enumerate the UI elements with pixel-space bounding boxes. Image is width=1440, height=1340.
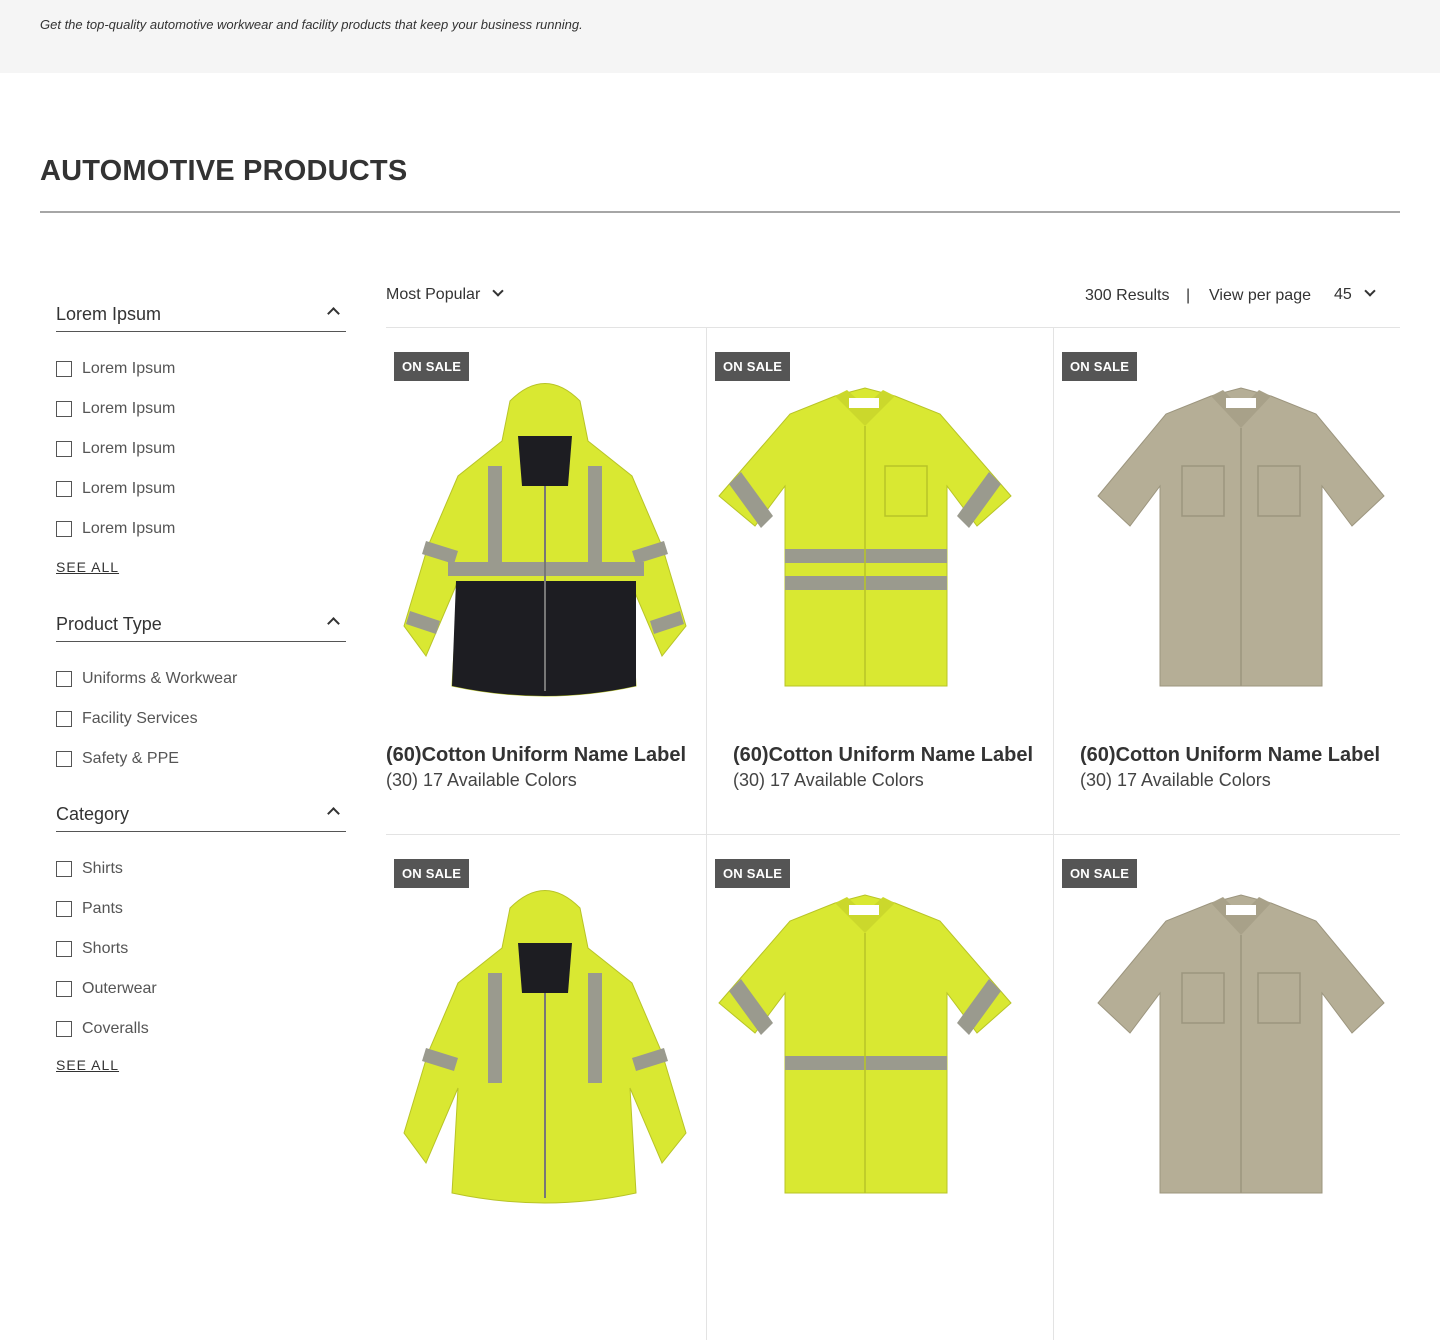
product-name[interactable]: (60)Cotton Uniform Name Label bbox=[386, 744, 686, 767]
facet-title: Category bbox=[56, 804, 130, 824]
product-grid: ON SALE (60)Cotton Uniform Name Label (3… bbox=[386, 328, 1400, 1340]
option-label: Uniforms & Workwear bbox=[82, 670, 238, 687]
product-colors: (30) 17 Available Colors bbox=[733, 770, 924, 790]
checkbox[interactable] bbox=[56, 861, 72, 877]
hi-vis-jacket-image[interactable] bbox=[400, 873, 690, 1213]
facet-header[interactable]: Lorem Ipsum bbox=[56, 301, 346, 332]
hi-vis-jacket-image[interactable] bbox=[400, 366, 690, 706]
checkbox[interactable] bbox=[56, 711, 72, 727]
checkbox[interactable] bbox=[56, 941, 72, 957]
option-label: Facility Services bbox=[82, 710, 198, 727]
product-card[interactable]: ON SALE bbox=[386, 834, 706, 1340]
checkbox[interactable] bbox=[56, 751, 72, 767]
facet-header[interactable]: Product Type bbox=[56, 611, 346, 642]
checkbox[interactable] bbox=[56, 1021, 72, 1037]
checkbox[interactable] bbox=[56, 441, 72, 457]
view-per-page-value: 45 bbox=[1334, 286, 1352, 303]
product-card[interactable]: ON SALE bbox=[706, 834, 1053, 1340]
page-title: AUTOMOTIVE PRODUCTS bbox=[40, 155, 408, 187]
checkbox[interactable] bbox=[56, 981, 72, 997]
product-card[interactable]: ON SALE (60)Cotton Uniform Name Label (3… bbox=[706, 328, 1053, 834]
product-card[interactable]: ON SALE (60)Cotton Uniform Name Label (3… bbox=[386, 328, 706, 834]
product-colors: (30) 17 Available Colors bbox=[1080, 770, 1271, 790]
checkbox[interactable] bbox=[56, 521, 72, 537]
facet-header[interactable]: Category bbox=[56, 801, 346, 832]
option-label: Lorem Ipsum bbox=[82, 360, 176, 377]
option-label: Pants bbox=[82, 900, 123, 917]
option-label: Outerwear bbox=[82, 980, 157, 997]
view-per-page-label: View per page bbox=[1209, 287, 1311, 304]
chevron-down-icon bbox=[492, 285, 504, 297]
results-count: 300 Results bbox=[1085, 287, 1170, 304]
chevron-up-icon bbox=[327, 807, 340, 820]
checkbox[interactable] bbox=[56, 901, 72, 917]
khaki-shirt-image[interactable] bbox=[1096, 873, 1386, 1203]
title-divider bbox=[40, 211, 1400, 213]
option-label: Safety & PPE bbox=[82, 750, 179, 767]
option-label: Shorts bbox=[82, 940, 129, 957]
option-label: Lorem Ipsum bbox=[82, 480, 176, 497]
see-all-link[interactable]: SEE ALL bbox=[56, 559, 119, 575]
option-label: Coveralls bbox=[82, 1020, 149, 1037]
checkbox[interactable] bbox=[56, 671, 72, 687]
option-label: Shirts bbox=[82, 860, 123, 877]
sort-dropdown[interactable]: Most Popular bbox=[386, 285, 504, 308]
sort-label: Most Popular bbox=[386, 286, 481, 303]
option-label: Lorem Ipsum bbox=[82, 440, 176, 457]
chevron-up-icon bbox=[327, 617, 340, 630]
facet-title: Lorem Ipsum bbox=[56, 304, 162, 324]
facet-title: Product Type bbox=[56, 614, 162, 634]
chevron-down-icon bbox=[1364, 285, 1376, 297]
checkbox[interactable] bbox=[56, 481, 72, 497]
option-label: Lorem Ipsum bbox=[82, 400, 176, 417]
checkbox[interactable] bbox=[56, 401, 72, 417]
option-label: Lorem Ipsum bbox=[82, 520, 176, 537]
checkbox[interactable] bbox=[56, 361, 72, 377]
view-per-page-select[interactable]: 45 bbox=[1334, 285, 1376, 308]
chevron-up-icon bbox=[327, 307, 340, 320]
banner-text: Get the top-quality automotive workwear … bbox=[40, 17, 583, 32]
promo-banner: Get the top-quality automotive workwear … bbox=[0, 0, 1440, 73]
see-all-link[interactable]: SEE ALL bbox=[56, 1057, 119, 1073]
product-name[interactable]: (60)Cotton Uniform Name Label bbox=[1080, 744, 1380, 767]
hi-vis-shirt-image[interactable] bbox=[715, 873, 1015, 1203]
product-colors: (30) 17 Available Colors bbox=[386, 770, 577, 790]
hi-vis-shirt-image[interactable] bbox=[715, 366, 1015, 696]
product-name[interactable]: (60)Cotton Uniform Name Label bbox=[733, 744, 1033, 767]
toolbar-separator: | bbox=[1186, 287, 1191, 304]
product-card[interactable]: ON SALE bbox=[1053, 834, 1400, 1340]
khaki-shirt-image[interactable] bbox=[1096, 366, 1386, 696]
product-card[interactable]: ON SALE (60)Cotton Uniform Name Label (3… bbox=[1053, 328, 1400, 834]
